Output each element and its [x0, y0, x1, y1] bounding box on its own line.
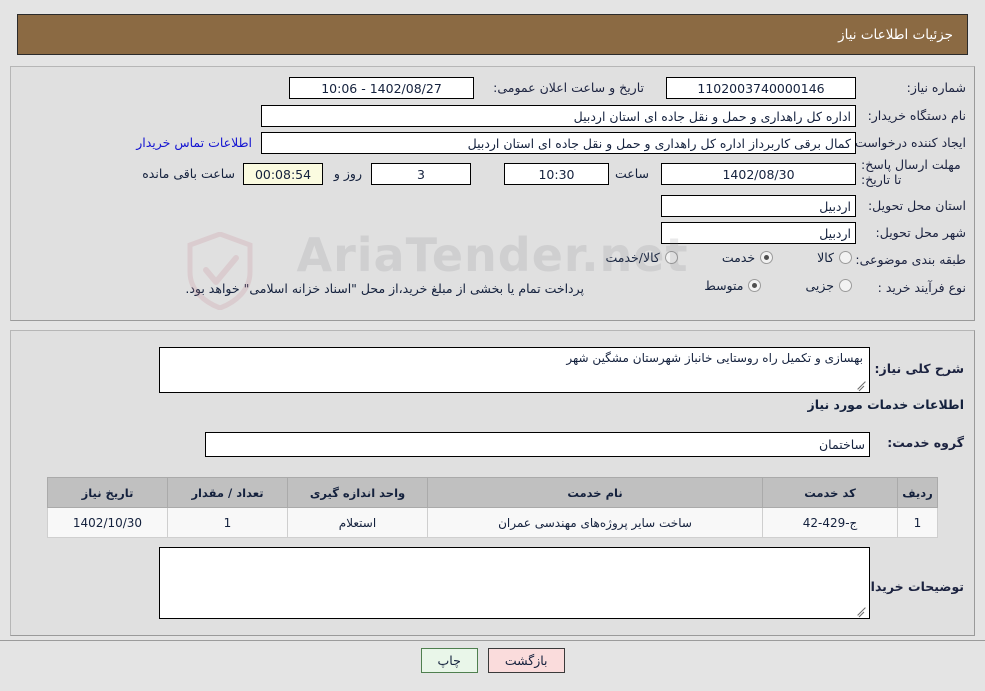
- back-button[interactable]: بازگشت: [487, 648, 565, 673]
- description-label: شرح کلی نیاز:: [874, 361, 964, 376]
- col-quantity: تعداد / مقدار: [167, 477, 288, 508]
- category-option-label: کالا/خدمت: [605, 250, 660, 265]
- process-radio-jozi[interactable]: جزیی: [805, 278, 852, 293]
- services-section-heading: اطلاعات خدمات مورد نیاز: [807, 397, 965, 412]
- city-field[interactable]: اردبیل: [661, 222, 856, 244]
- buyer-contact-link[interactable]: اطلاعات تماس خریدار: [136, 135, 252, 150]
- announce-label-wrap: تاریخ و ساعت اعلان عمومی:: [493, 80, 644, 95]
- page-root: جزئیات اطلاعات نیاز شماره نیاز: 11020037…: [0, 0, 985, 691]
- col-name: نام خدمت: [427, 477, 763, 508]
- footer-button-bar: بازگشت چاپ: [0, 648, 985, 673]
- requester-label: ایجاد کننده درخواست:: [850, 135, 966, 150]
- category-label: طبقه بندی موضوعی:: [855, 252, 966, 267]
- process-radio-motavaset[interactable]: متوسط: [704, 278, 762, 293]
- need-number-label-wrap: شماره نیاز:: [907, 80, 966, 95]
- need-info-panel: شماره نیاز: 1102003740000146 تاریخ و ساع…: [10, 66, 975, 321]
- process-option-label: جزیی: [805, 278, 834, 293]
- resize-grip-icon[interactable]: [856, 605, 868, 617]
- need-number-field[interactable]: 1102003740000146: [666, 77, 856, 99]
- cell-index: 1: [897, 507, 938, 538]
- need-number-label: شماره نیاز:: [906, 80, 966, 95]
- process-option-label: متوسط: [704, 278, 744, 293]
- deadline-date-field[interactable]: 1402/08/30: [661, 163, 856, 185]
- resize-grip-icon[interactable]: [856, 379, 868, 391]
- radio-circle-icon[interactable]: [664, 251, 678, 264]
- remaining-days-field[interactable]: 3: [371, 163, 471, 185]
- buyer-org-label-wrap: نام دستگاه خریدار:: [868, 108, 966, 123]
- radio-circle-icon[interactable]: [748, 279, 762, 292]
- deadline-time-field[interactable]: 10:30: [504, 163, 609, 185]
- category-label-wrap: طبقه بندی موضوعی:: [855, 252, 966, 267]
- process-type-label: نوع فرآیند خرید :: [877, 280, 966, 295]
- col-date: تاریخ نیاز: [47, 477, 168, 508]
- description-textarea[interactable]: بهسازی و تکمیل راه روستایی خانباز شهرستا…: [159, 347, 870, 393]
- category-option-label: کالا: [817, 250, 834, 265]
- services-table-wrap: ردیف کد خدمت نام خدمت واحد اندازه گیری ت…: [47, 477, 938, 538]
- cell-unit: استعلام: [287, 507, 428, 538]
- province-field[interactable]: اردبیل: [661, 195, 856, 217]
- announce-datetime-field[interactable]: 1402/08/27 - 10:06: [289, 77, 474, 99]
- col-code: کد خدمت: [762, 477, 898, 508]
- category-radio-kala[interactable]: کالا: [817, 250, 852, 265]
- category-radio-kala-khedmat[interactable]: کالا/خدمت: [605, 250, 678, 265]
- table-header-row: ردیف کد خدمت نام خدمت واحد اندازه گیری ت…: [47, 477, 938, 508]
- category-radio-group: کالا خدمت کالا/خدمت: [567, 250, 852, 265]
- countdown-field[interactable]: 00:08:54: [243, 163, 323, 185]
- page-header: جزئیات اطلاعات نیاز: [17, 14, 968, 55]
- process-label-wrap: نوع فرآیند خرید :: [878, 280, 966, 295]
- deadline-label-wrap: مهلت ارسال پاسخ: تا تاریخ:: [861, 157, 966, 187]
- service-group-field[interactable]: ساختمان: [205, 432, 870, 457]
- requester-field[interactable]: کمال برقی کاربرداز اداره کل راهداری و حم…: [261, 132, 856, 154]
- radio-circle-icon[interactable]: [839, 251, 852, 264]
- requester-label-wrap: ایجاد کننده درخواست:: [851, 135, 966, 150]
- remaining-hours-label: ساعت باقی مانده: [142, 166, 235, 181]
- buyer-notes-label: توضیحات خریدار:: [858, 579, 964, 594]
- print-button[interactable]: چاپ: [420, 648, 478, 673]
- cell-code: ج-429-42: [762, 507, 898, 538]
- city-label: شهر محل تحویل:: [875, 225, 966, 240]
- process-radio-group: جزیی متوسط: [666, 278, 852, 293]
- category-radio-khedmat[interactable]: خدمت: [721, 250, 774, 265]
- description-text: بهسازی و تکمیل راه روستایی خانباز شهرستا…: [566, 351, 863, 365]
- buyer-notes-textarea[interactable]: [159, 547, 870, 619]
- page-title: جزئیات اطلاعات نیاز: [838, 26, 953, 43]
- hour-label: ساعت: [614, 166, 649, 181]
- province-label-wrap: استان محل تحویل:: [868, 198, 966, 213]
- category-option-label: خدمت: [721, 250, 756, 265]
- services-table: ردیف کد خدمت نام خدمت واحد اندازه گیری ت…: [47, 477, 938, 538]
- cell-quantity: 1: [167, 507, 288, 538]
- service-group-label: گروه خدمت:: [887, 435, 964, 450]
- announce-datetime-label: تاریخ و ساعت اعلان عمومی:: [493, 80, 644, 95]
- cell-name: ساخت سایر پروژه‌های مهندسی عمران: [427, 507, 763, 538]
- buyer-org-field[interactable]: اداره کل راهداری و حمل و نقل جاده ای است…: [261, 105, 856, 127]
- buyer-org-label: نام دستگاه خریدار:: [867, 108, 966, 123]
- col-unit: واحد اندازه گیری: [287, 477, 428, 508]
- col-index: ردیف: [897, 477, 938, 508]
- city-label-wrap: شهر محل تحویل:: [876, 225, 966, 240]
- cell-date: 1402/10/30: [47, 507, 168, 538]
- footer-divider: [0, 640, 985, 641]
- province-label: استان محل تحویل:: [867, 198, 966, 213]
- deadline-label: مهلت ارسال پاسخ: تا تاریخ:: [861, 157, 961, 187]
- radio-circle-icon[interactable]: [839, 279, 852, 292]
- treasury-note: پرداخت تمام یا بخشی از مبلغ خرید،از محل …: [185, 281, 584, 296]
- table-row: 1 ج-429-42 ساخت سایر پروژه‌های مهندسی عم…: [47, 507, 938, 538]
- days-label: روز و: [333, 166, 362, 181]
- radio-circle-icon[interactable]: [760, 251, 774, 264]
